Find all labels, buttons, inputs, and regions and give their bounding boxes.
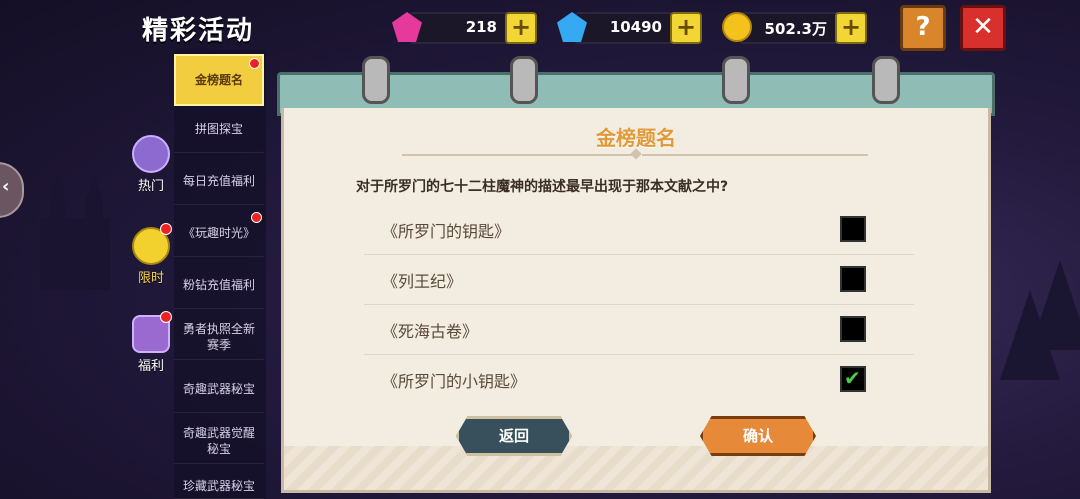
- quiz-option-selected[interactable]: 《所罗门的小钥匙》: [364, 356, 914, 404]
- category-welfare[interactable]: 福利: [128, 311, 174, 374]
- confirm-button[interactable]: 确认: [700, 416, 816, 456]
- currency-value: 502.3万: [764, 20, 827, 38]
- background-castle: [40, 170, 110, 290]
- close-button[interactable]: ✕: [960, 5, 1006, 51]
- tab-golden-list[interactable]: 金榜题名: [174, 54, 264, 106]
- currency-value: 218: [465, 18, 497, 36]
- quiz-panel: 金榜题名 对于所罗门的七十二柱魔神的描述最早出现于那本文献之中? 《所罗门的钥匙…: [281, 108, 991, 493]
- blue-diamond-icon: [557, 12, 587, 42]
- category-hot[interactable]: 热门: [128, 135, 174, 194]
- divider: [402, 154, 632, 156]
- tab-weapon-treasure[interactable]: 奇趣武器秘宝: [174, 366, 264, 413]
- binder-ring: [722, 56, 750, 104]
- notification-dot: [160, 223, 172, 235]
- help-button[interactable]: ?: [900, 5, 946, 51]
- currency-blue-diamond: 10490 +: [557, 12, 702, 44]
- quiz-title: 金榜题名: [596, 126, 676, 150]
- tab-collection-weapon-treasure[interactable]: 珍藏武器秘宝: [174, 470, 264, 499]
- quiz-option[interactable]: 《列王纪》: [364, 256, 914, 305]
- tab-puzzle-treasure[interactable]: 拼图探宝: [174, 106, 264, 153]
- currency-pink-gem: 218 +: [392, 12, 537, 44]
- left-edge-button[interactable]: ‹: [0, 162, 24, 218]
- category-limited[interactable]: 限时: [128, 223, 174, 286]
- notification-dot: [160, 311, 172, 323]
- slime-icon: [132, 135, 170, 173]
- option-checkbox[interactable]: [840, 316, 866, 342]
- activity-tab-list: 金榜题名 拼图探宝 每日充值福利 《玩趣时光》 粉钻充值福利 勇者执照全新赛季 …: [174, 50, 266, 499]
- quiz-option[interactable]: 《所罗门的钥匙》: [364, 206, 914, 255]
- currency-value: 10490: [609, 18, 662, 36]
- currency-gold-coin: 502.3万 +: [722, 12, 867, 44]
- add-diamond-button[interactable]: +: [670, 12, 702, 44]
- divider: [642, 154, 868, 156]
- quiz-option[interactable]: 《死海古卷》: [364, 306, 914, 355]
- tab-weapon-awaken-treasure[interactable]: 奇趣武器觉醒秘宝: [174, 418, 264, 464]
- tab-hero-license[interactable]: 勇者执照全新赛季: [174, 314, 264, 360]
- option-checkbox[interactable]: [840, 266, 866, 292]
- back-button[interactable]: 返回: [456, 416, 572, 456]
- add-coin-button[interactable]: +: [835, 12, 867, 44]
- tab-daily-recharge[interactable]: 每日充值福利: [174, 158, 264, 205]
- gold-coin-icon: [722, 12, 752, 42]
- notification-dot: [251, 212, 262, 223]
- notification-dot: [249, 58, 260, 69]
- binder-ring: [362, 56, 390, 104]
- add-pink-gem-button[interactable]: +: [505, 12, 537, 44]
- tab-fun-time[interactable]: 《玩趣时光》: [174, 210, 264, 257]
- binder-ring: [510, 56, 538, 104]
- background-tree: [1030, 260, 1080, 350]
- panel-bottom-pattern: [284, 446, 988, 490]
- page-title: 精彩活动: [142, 16, 255, 46]
- binder-ring: [872, 56, 900, 104]
- pink-gem-icon: [392, 12, 422, 42]
- option-checkbox-checked[interactable]: [840, 366, 866, 392]
- quiz-question: 对于所罗门的七十二柱魔神的描述最早出现于那本文献之中?: [356, 179, 729, 195]
- tab-pink-diamond-recharge[interactable]: 粉钻充值福利: [174, 262, 264, 309]
- option-checkbox[interactable]: [840, 216, 866, 242]
